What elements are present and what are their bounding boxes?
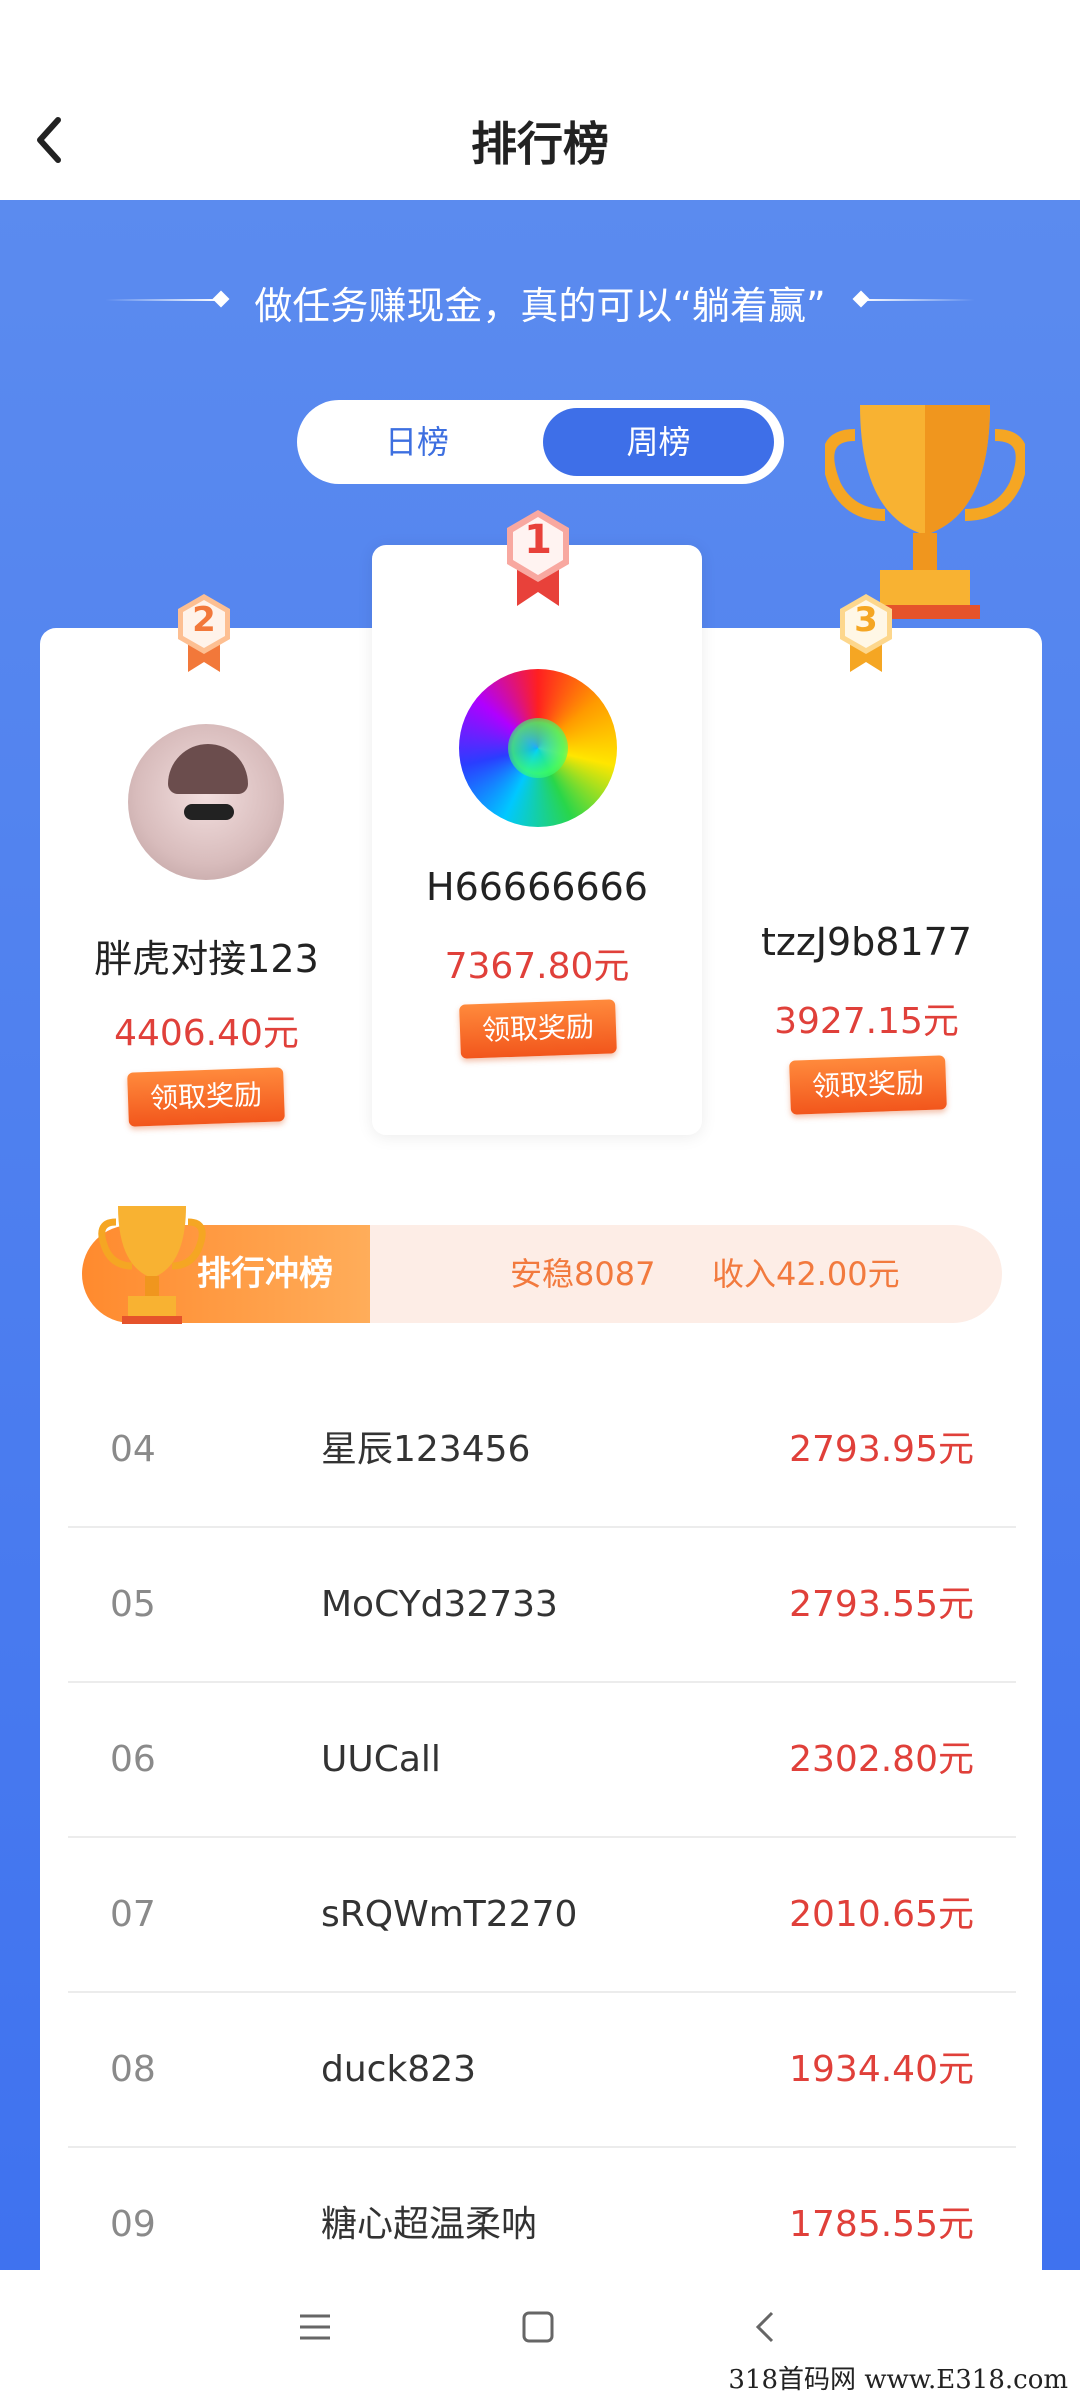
rank-2-avatar [128,724,284,880]
system-navigation-bar: 318首码网 www.E318.com [0,2270,1080,2400]
list-item-name: duck823 [321,2049,477,2090]
rank-1-name: H66666666 [426,865,648,909]
list-item-amount: 2010.65元 [789,1894,974,1935]
list-item-rank: 07 [110,1894,156,1935]
list-item-name: sRQWmT2270 [321,1894,578,1935]
trophy-icon [825,405,1025,619]
rank-3-name: tzzJ9b8177 [760,920,972,964]
ranking-list: 04 星辰123456 2793.95元 05 MoCYd32733 2793.… [68,1373,1016,2301]
rank-3-claim-button[interactable]: 领取奖励 [789,1055,947,1115]
list-item: 05 MoCYd32733 2793.55元 [68,1528,1016,1683]
rank-3-amount: 3927.15元 [774,1001,959,1042]
rank-1-avatar [459,669,617,827]
list-item: 07 sRQWmT2270 2010.65元 [68,1838,1016,1993]
list-item-name: UUCall [321,1739,441,1780]
home-icon[interactable] [521,2310,555,2344]
sprint-income: 收入42.00元 [712,1255,900,1293]
list-item: 06 UUCall 2302.80元 [68,1683,1016,1838]
list-item-rank: 08 [110,2049,156,2090]
tab-day[interactable]: 日榜 [297,400,537,484]
rank-2-name: 胖虎对接123 [94,937,319,981]
rank-3-number: 3 [854,600,878,640]
list-item: 08 duck823 1934.40元 [68,1993,1016,2148]
list-item-amount: 1934.40元 [789,2049,974,2090]
rank-2-claim-button[interactable]: 领取奖励 [127,1067,285,1127]
my-rank-banner: 排行冲榜 安稳8087 收入42.00元 [82,1225,1002,1323]
sprint-username: 安稳8087 [510,1255,656,1293]
period-toggle: 日榜 周榜 [297,400,784,484]
slogan-divider-right [860,299,975,301]
tab-week[interactable]: 周榜 [543,408,774,476]
back-nav-icon[interactable] [748,2310,782,2344]
rank-1-amount: 7367.80元 [444,946,630,987]
list-item-name: 星辰123456 [321,1429,531,1470]
list-item: 04 星辰123456 2793.95元 [68,1373,1016,1528]
top-app-bar: 排行榜 [0,0,1080,200]
rank-2-number: 2 [192,600,216,640]
list-item-amount: 2793.55元 [789,1584,974,1625]
rank-1-number: 1 [524,517,552,563]
list-item-rank: 06 [110,1739,156,1780]
rank-2-amount: 4406.40元 [114,1013,299,1054]
list-item-rank: 04 [110,1429,156,1470]
rank-1-claim-button[interactable]: 领取奖励 [459,999,617,1059]
sprint-label: 排行冲榜 [197,1254,333,1294]
watermark-text: 318首码网 www.E318.com [728,2365,1068,2395]
list-item-amount: 2793.95元 [789,1429,974,1470]
list-item-amount: 2302.80元 [789,1739,974,1780]
list-item-rank: 05 [110,1584,156,1625]
page-title: 排行榜 [471,117,609,171]
slogan-text: 做任务赚现金，真的可以“躺着赢” [254,284,826,328]
sprint-trophy-icon [98,1206,206,1324]
menu-icon[interactable] [298,2310,332,2344]
list-item-name: MoCYd32733 [321,1584,558,1625]
